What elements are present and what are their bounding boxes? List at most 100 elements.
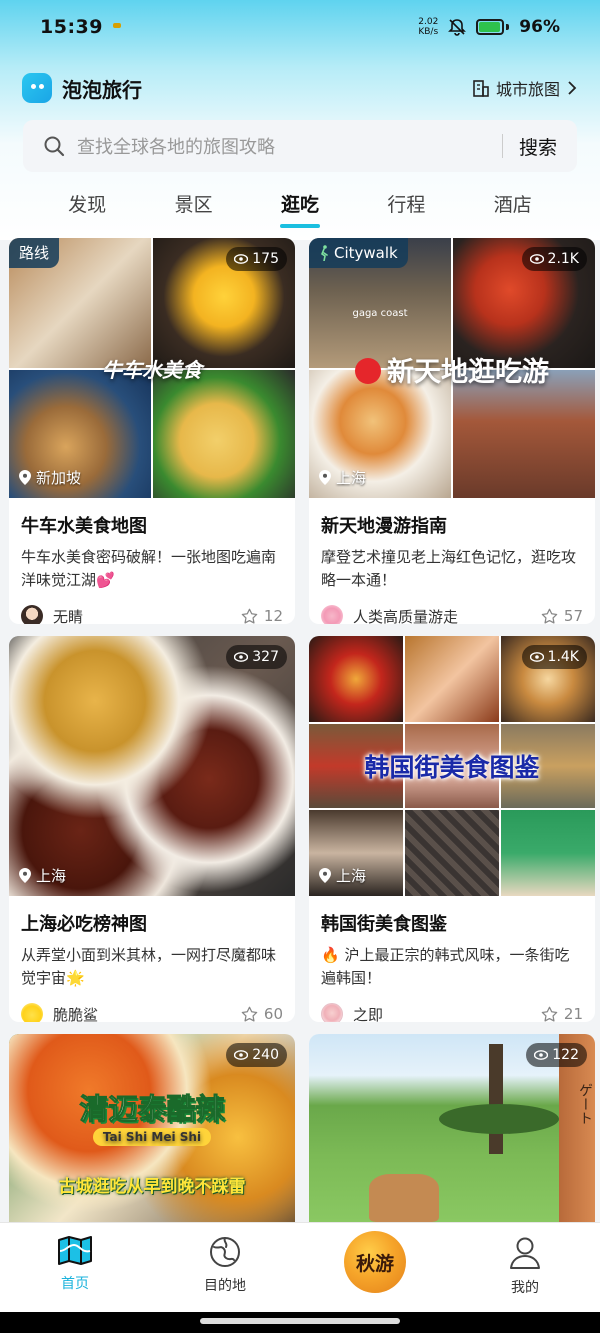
tab-scenic[interactable]: 景区: [164, 180, 224, 230]
card-tag: Citywalk: [309, 238, 408, 268]
card-overlay-subtitle: Tai Shi Mei Shi: [92, 1128, 212, 1146]
avatar[interactable]: [21, 605, 43, 624]
guide-card[interactable]: gaga coast 新天地逛吃游 Citywalk 2.1K 上海 新天地漫游…: [309, 238, 595, 624]
favorite-count[interactable]: 12: [241, 607, 283, 624]
guide-card[interactable]: ゲート 122: [309, 1034, 595, 1222]
profile-icon: [510, 1237, 540, 1269]
city-map-label: 城市旅图: [495, 80, 560, 99]
card-footer: 脆脆鲨 60: [21, 1002, 283, 1022]
city-map-icon: [473, 80, 489, 97]
card-location: 上海: [319, 467, 366, 488]
author-name[interactable]: 脆脆鲨: [53, 1004, 98, 1023]
nav-home-label: 首页: [61, 1276, 89, 1292]
guide-card[interactable]: 327 上海 上海必吃榜神图 从弄堂小面到米其林，一网打尽魔都味觉宇宙🌟 脆脆鲨…: [9, 636, 295, 1022]
home-indicator[interactable]: [200, 1318, 400, 1324]
tab-food[interactable]: 逛吃: [270, 180, 330, 230]
author-name[interactable]: 无睛: [53, 606, 83, 625]
card-location: 上海: [319, 865, 366, 886]
storefront-sign: gaga coast: [352, 308, 408, 319]
star-icon: [241, 608, 258, 624]
walk-icon: [321, 245, 328, 261]
nav-home[interactable]: 首页: [0, 1223, 150, 1312]
battery-icon: [476, 19, 510, 35]
eye-icon: [234, 1050, 249, 1060]
nav-destination-label: 目的地: [204, 1278, 246, 1294]
view-count: 122: [526, 1043, 587, 1067]
card-tag: 路线: [9, 238, 60, 268]
eye-icon: [529, 254, 544, 264]
eye-icon: [534, 1050, 549, 1060]
guide-card[interactable]: 牛车水美食 路线 175 新加坡 牛车水美食地图 牛车水美食密码破解！一张地图吃…: [9, 238, 295, 624]
location-pin-icon: [319, 470, 331, 485]
favorite-count[interactable]: 21: [541, 1005, 583, 1022]
favorite-count[interactable]: 60: [241, 1005, 283, 1022]
card-title: 上海必吃榜神图: [21, 914, 147, 935]
tab-discover[interactable]: 发现: [57, 180, 117, 230]
card-cover-image: 韩国街美食图鉴 1.4K 上海: [309, 636, 595, 896]
view-count: 1.4K: [521, 645, 587, 669]
category-tabs: 发现 景区 逛吃 行程 酒店: [0, 180, 600, 230]
card-cover-image: gaga coast 新天地逛吃游 Citywalk 2.1K 上海: [309, 238, 595, 498]
card-description: 🔥 沪上最正宗的韩式风味，一条街吃遍韩国！: [321, 946, 570, 987]
eye-icon: [234, 652, 249, 662]
check-badge-icon: [355, 357, 381, 384]
search-input[interactable]: 查找全球各地的旅图攻略: [77, 133, 275, 159]
avatar[interactable]: [321, 605, 343, 624]
search-divider: [501, 134, 503, 158]
mute-bell-icon: [448, 19, 467, 36]
nav-profile-label: 我的: [511, 1280, 539, 1296]
nav-destination[interactable]: 目的地: [150, 1223, 300, 1312]
star-icon: [541, 608, 558, 624]
city-map-button[interactable]: 城市旅图: [472, 76, 578, 100]
favorite-count[interactable]: 57: [541, 607, 583, 624]
card-cover-image: 327 上海: [9, 636, 295, 896]
card-title: 新天地漫游指南: [321, 516, 447, 537]
card-footer: 人类高质量游走 57: [321, 604, 583, 624]
globe-icon: [210, 1237, 240, 1267]
status-bar: 15:39 2.02 KB/s 96%: [0, 0, 600, 54]
search-icon: [44, 136, 65, 157]
card-title: 韩国街美食图鉴: [321, 914, 447, 935]
card-overlay-text: 牛车水美食: [102, 358, 202, 382]
card-description: 牛车水美食密码破解！一张地图吃遍南洋味觉江湖💕: [21, 548, 277, 589]
card-location: 上海: [19, 865, 66, 886]
card-cover-image: 清迈泰酷辣 Tai Shi Mei Shi 古城逛吃从早到晚不踩雷 240: [9, 1034, 295, 1222]
card-footer: 无睛 12: [21, 604, 283, 624]
author-name[interactable]: 之即: [353, 1004, 383, 1023]
star-icon: [541, 1006, 558, 1022]
view-count: 327: [226, 645, 287, 669]
autumn-trip-badge: 秋游: [344, 1231, 406, 1293]
guide-card[interactable]: 韩国街美食图鉴 1.4K 上海 韩国街美食图鉴 🔥 沪上最正宗的韩式风味，一条街…: [309, 636, 595, 1022]
notification-icon: [112, 22, 121, 28]
app-header: 泡泡旅行 城市旅图: [22, 70, 578, 106]
card-title: 牛车水美食地图: [21, 516, 147, 537]
card-overlay-text: 清迈泰酷辣: [79, 1092, 225, 1127]
location-pin-icon: [319, 868, 331, 883]
author-name[interactable]: 人类高质量游走: [353, 606, 458, 625]
nav-profile[interactable]: 我的: [450, 1223, 600, 1312]
eye-icon: [234, 254, 249, 264]
signpost-text: ゲート: [577, 1083, 593, 1125]
map-home-icon: [58, 1236, 92, 1265]
search-button[interactable]: 搜索: [519, 133, 557, 160]
star-icon: [241, 1006, 258, 1022]
tab-itinerary[interactable]: 行程: [376, 180, 436, 230]
card-description: 从弄堂小面到米其林，一网打尽魔都味觉宇宙🌟: [21, 946, 277, 987]
search-bar[interactable]: 查找全球各地的旅图攻略 搜索: [23, 120, 577, 172]
app-logo-icon: [22, 73, 52, 103]
nav-autumn-trip[interactable]: 秋游: [300, 1223, 450, 1312]
card-description: 摩登艺术撞见老上海红色记忆，逛吃攻略一本通！: [321, 548, 577, 589]
eye-icon: [529, 652, 544, 662]
view-count: 175: [226, 247, 287, 271]
view-count: 2.1K: [521, 247, 587, 271]
location-pin-icon: [19, 868, 31, 883]
guide-card[interactable]: 清迈泰酷辣 Tai Shi Mei Shi 古城逛吃从早到晚不踩雷 240: [9, 1034, 295, 1222]
card-footer: 之即 21: [321, 1002, 583, 1022]
status-time: 15:39: [40, 16, 103, 38]
view-count: 240: [226, 1043, 287, 1067]
app-title: 泡泡旅行: [62, 77, 142, 102]
avatar[interactable]: [21, 1003, 43, 1022]
tab-hotel[interactable]: 酒店: [483, 180, 543, 230]
avatar[interactable]: [321, 1003, 343, 1022]
network-speed: 2.02 KB/s: [418, 17, 439, 37]
